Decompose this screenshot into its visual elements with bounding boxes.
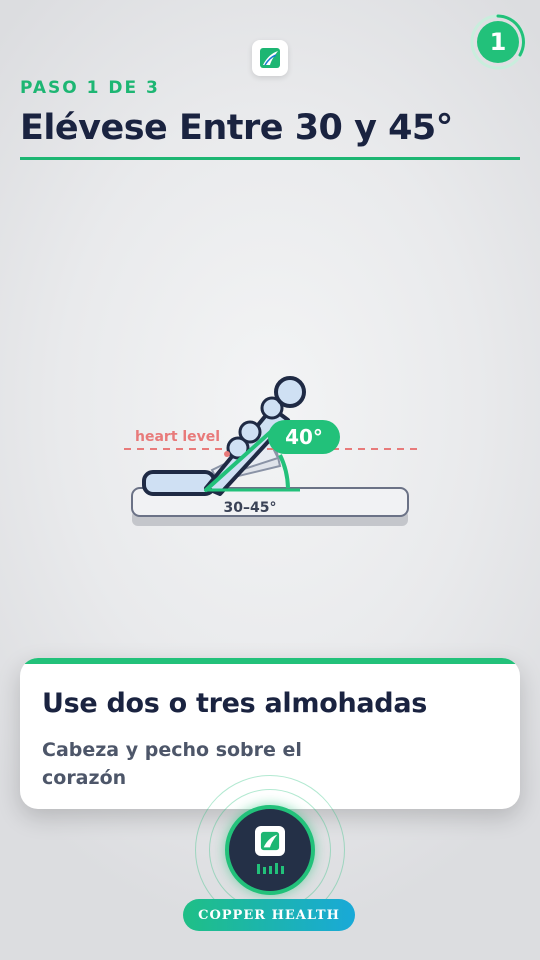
legs: [142, 470, 216, 496]
voice-core[interactable]: [225, 805, 315, 895]
copper-health-logo-icon: [255, 826, 285, 856]
app-logo: [252, 40, 288, 76]
angle-value: 40°: [285, 425, 323, 449]
elevation-illustration: heart level 40° 30–45°: [124, 376, 418, 526]
angle-arc: [278, 454, 290, 489]
head: [274, 376, 306, 408]
audio-bars-icon: [257, 863, 284, 874]
arm-joint-2: [238, 420, 262, 444]
range-label: 30–45°: [224, 500, 277, 516]
page-title: Elévese Entre 30 y 45°: [20, 108, 453, 148]
heart-level-label: heart level: [135, 429, 220, 445]
brand-label: COPPER HEALTH: [183, 899, 355, 931]
title-underline: [20, 157, 520, 160]
step-label: PASO 1 DE 3: [20, 78, 160, 98]
copper-health-leaf-icon: [260, 48, 280, 68]
card-title: Use dos o tres almohadas: [42, 688, 428, 719]
card-accent-bar: [20, 658, 520, 664]
heart-marker: [224, 451, 230, 457]
step-number: 1: [489, 28, 507, 56]
step-progress-badge: 1: [468, 12, 528, 72]
